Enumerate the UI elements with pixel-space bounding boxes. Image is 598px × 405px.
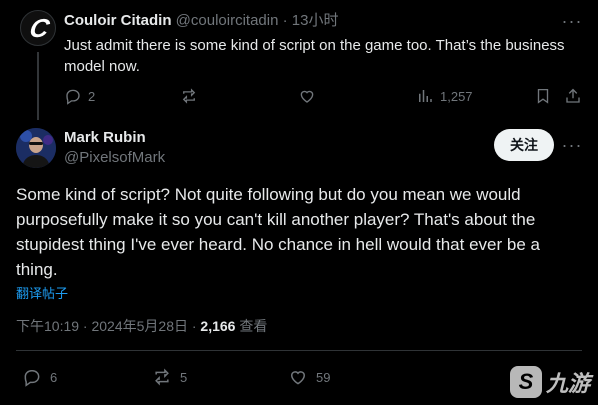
share-button[interactable] [564,87,588,105]
view-count: 2,166 [200,318,236,334]
reply-count: 6 [50,369,58,385]
bar-chart-icon [419,90,432,102]
like-button[interactable] [298,87,322,105]
reply-button[interactable]: 2 [64,87,95,105]
watermark-logo: S [510,366,542,398]
tweet-meta: 下午10:19 · 2024年5月28日 · 2,166 查看 [16,316,267,336]
author-handle[interactable]: @PixelsofMark [64,149,165,166]
retweet-icon [182,88,196,104]
bookmark-button[interactable] [534,87,558,105]
author-handle[interactable]: @couloircitadin [176,12,279,29]
post-time[interactable]: 13小时 [292,12,339,29]
divider [16,350,582,351]
author-name[interactable]: Mark Rubin [64,129,146,146]
like-button[interactable]: 59 [288,367,330,387]
avatar-photo [16,128,56,168]
bookmark-icon [537,88,549,104]
views-button[interactable]: 1,257 [416,87,473,105]
views-label: 查看 [235,318,268,334]
avatar[interactable]: C [20,10,56,46]
share-icon [566,88,580,103]
watermark-text: 九游 [546,371,591,396]
tweet-text: Some kind of script? Not quite following… [16,185,540,279]
reply-header: Couloir Citadin @couloircitadin · 13小时 [64,11,338,31]
logo-c: C [26,12,50,43]
watermark: S 九游 [510,366,590,398]
retweet-icon [155,368,169,386]
retweet-button[interactable]: 5 [152,367,187,387]
thread-line [37,52,39,120]
translate-link[interactable]: 翻译帖子 [16,283,68,302]
retweet-count: 5 [180,369,188,385]
view-count: 1,257 [440,88,473,104]
comment-icon [66,89,80,105]
reply-tweet[interactable]: C Couloir Citadin @couloircitadin · 13小时… [0,0,598,120]
comment-icon [24,370,40,387]
reply-button[interactable]: 6 [22,367,57,387]
more-icon[interactable]: ··· [562,135,582,155]
retweet-button[interactable] [180,87,204,105]
heart-icon [300,90,314,103]
reply-count: 2 [88,88,96,104]
timestamp[interactable]: 下午10:19 · 2024年5月28日 · [16,318,200,334]
follow-button[interactable]: 关注 [494,129,554,161]
separator: · [282,12,288,29]
reply-text: Just admit there is some kind of script … [64,37,565,75]
like-count: 59 [316,369,331,385]
heart-icon [290,371,306,385]
more-icon[interactable]: ··· [562,11,582,31]
avatar[interactable] [16,128,56,168]
author-name[interactable]: Couloir Citadin [64,12,172,29]
